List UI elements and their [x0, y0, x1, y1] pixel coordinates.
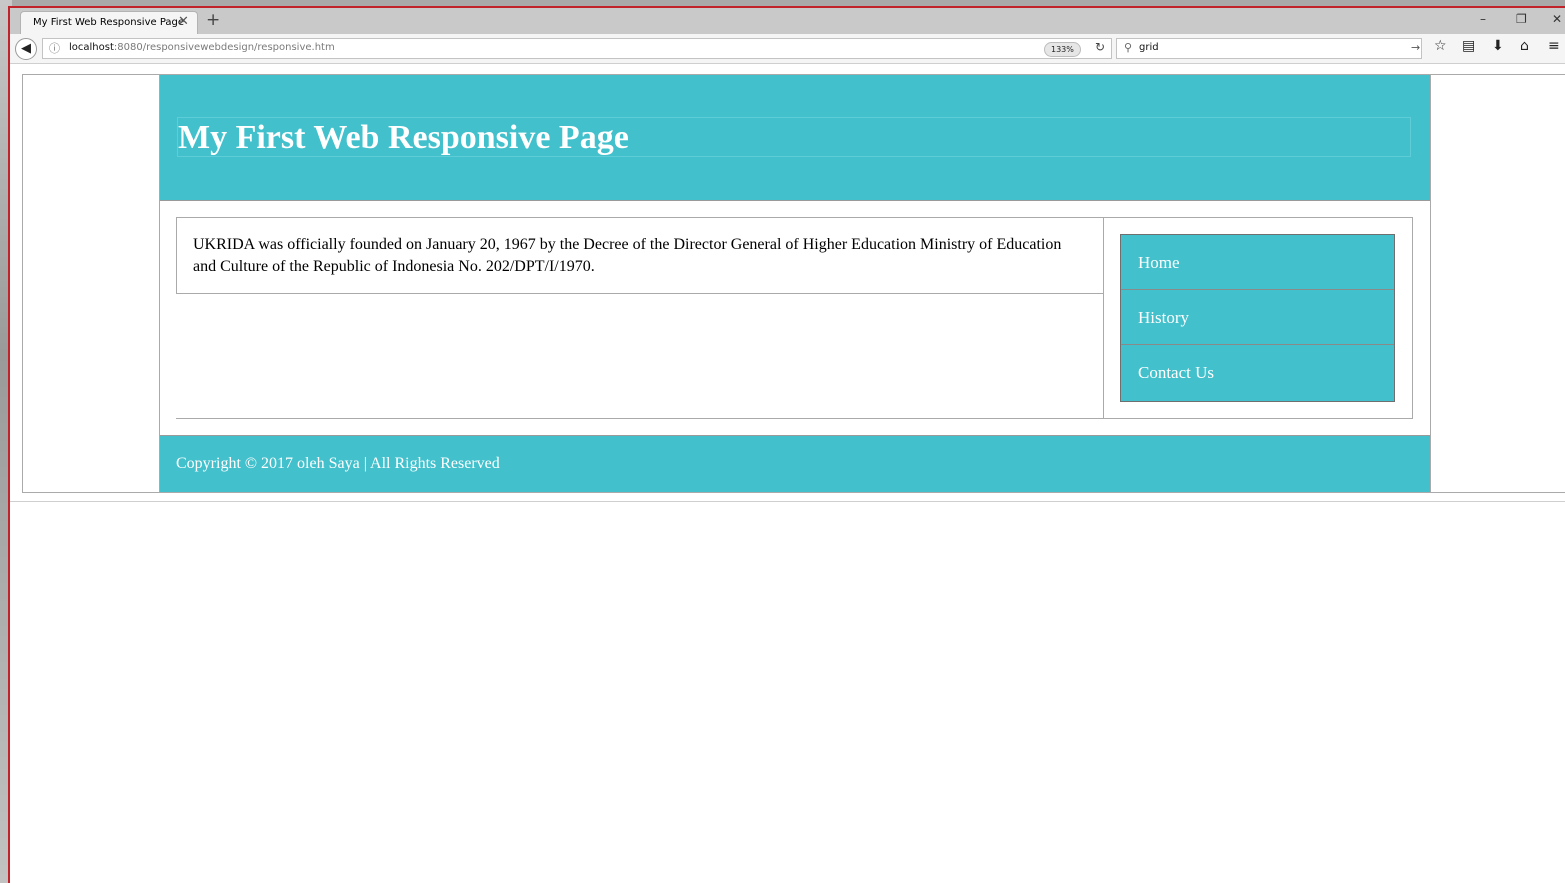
url-text: localhost:8080/responsivewebdesign/respo… — [69, 42, 335, 53]
menu-item-contact-us[interactable]: Contact Us — [1121, 345, 1394, 401]
hamburger-menu-icon[interactable]: ≡ — [1548, 38, 1560, 54]
tab-bar: My First Web Responsive Page ✕ + – ❐ ✕ — [10, 8, 1565, 34]
menu-link-history[interactable]: History — [1121, 290, 1394, 345]
menu-item-history[interactable]: History — [1121, 290, 1394, 345]
menu-link-contact-us[interactable]: Contact Us — [1121, 345, 1394, 400]
close-tab-icon[interactable]: ✕ — [178, 14, 189, 29]
bookmark-star-icon[interactable]: ☆ — [1434, 38, 1447, 54]
back-button[interactable]: ◀ — [15, 38, 37, 60]
site-header: My First Web Responsive Page — [160, 75, 1430, 201]
header-title-box: My First Web Responsive Page — [177, 117, 1411, 157]
minimize-icon[interactable]: – — [1480, 12, 1486, 26]
restore-icon[interactable]: ❐ — [1516, 12, 1527, 26]
page-title: My First Web Responsive Page — [178, 119, 629, 156]
new-tab-icon[interactable]: + — [206, 10, 220, 30]
site-info-icon[interactable]: ⓘ — [49, 40, 60, 56]
search-icon: ⚲ — [1124, 41, 1133, 54]
home-icon[interactable]: ⌂ — [1520, 38, 1529, 54]
navigation-bar: ◀ ⓘ localhost:8080/responsivewebdesign/r… — [10, 34, 1565, 64]
menu-item-home[interactable]: Home — [1121, 235, 1394, 290]
browser-window: My First Web Responsive Page ✕ + – ❐ ✕ ◀… — [8, 6, 1565, 883]
copyright-text: Copyright © 2017 oleh Saya | All Rights … — [176, 455, 500, 472]
sidebar-menu: Home History Contact Us — [1120, 234, 1395, 402]
tab-title: My First Web Responsive Page — [33, 17, 185, 28]
downloads-icon[interactable]: ⬇ — [1492, 38, 1504, 54]
article-section: UKRIDA was officially founded on January… — [176, 217, 1104, 294]
page-bottom-divider — [10, 501, 1565, 502]
search-go-icon[interactable]: → — [1411, 41, 1420, 54]
search-input[interactable]: grid — [1139, 42, 1159, 53]
url-path: :8080/responsivewebdesign/responsive.htm — [113, 42, 335, 53]
site-footer: Copyright © 2017 oleh Saya | All Rights … — [160, 435, 1430, 492]
back-arrow-icon: ◀ — [21, 41, 31, 56]
search-bar[interactable]: ⚲ grid → — [1116, 38, 1422, 59]
article-text: UKRIDA was officially founded on January… — [193, 236, 1062, 275]
url-host: localhost — [69, 42, 114, 53]
address-bar[interactable]: ⓘ localhost:8080/responsivewebdesign/res… — [42, 38, 1112, 59]
reload-icon[interactable]: ↻ — [1095, 40, 1105, 54]
zoom-level-badge[interactable]: 133% — [1044, 42, 1081, 57]
tab-my-first-web-responsive-page[interactable]: My First Web Responsive Page ✕ — [20, 11, 198, 34]
page-viewport: My First Web Responsive Page UKRIDA was … — [10, 64, 1565, 883]
menu-link-home[interactable]: Home — [1121, 235, 1394, 290]
page-wrapper: My First Web Responsive Page UKRIDA was … — [159, 74, 1431, 493]
close-window-icon[interactable]: ✕ — [1552, 12, 1562, 26]
reading-list-icon[interactable]: ▤ — [1462, 38, 1475, 54]
sidebar-aside: Home History Contact Us — [1103, 217, 1413, 419]
